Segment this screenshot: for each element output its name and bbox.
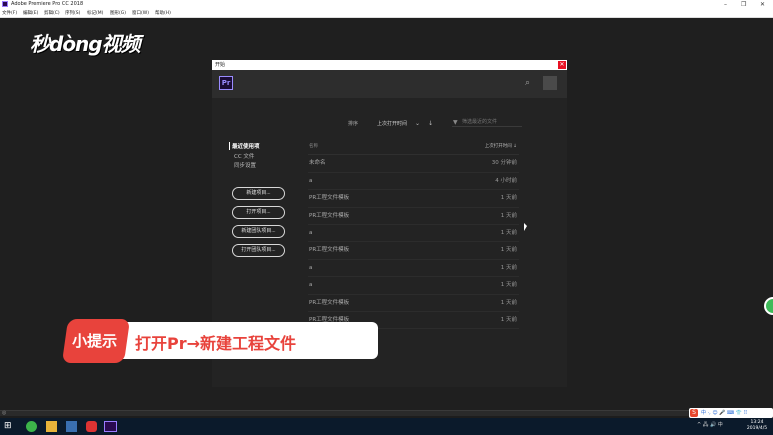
file-name: PR工程文件模板 [309,247,350,254]
table-row[interactable]: PR工程文件模板 1 天前 [308,242,519,260]
dialog-header: Pr ⌕ [212,70,567,98]
menu-graphics[interactable]: 图形(G) [110,9,126,18]
table-row[interactable]: a 1 天前 [308,277,519,295]
file-time: 1 天前 [500,299,517,306]
maximize-button[interactable]: ❐ [741,0,746,9]
watermark-logo: 秒dòng视频 [30,32,141,56]
menu-edit[interactable]: 编辑(E) [23,9,38,18]
search-icon[interactable]: ⌕ [525,78,535,88]
table-row[interactable]: a 4 小时前 [308,173,519,191]
chevron-down-icon[interactable]: ⌄ [415,120,420,127]
new-team-project-button[interactable]: 新建团队项目... [232,225,285,238]
tip-badge-label: 小提示 [72,332,118,350]
app-icon[interactable] [86,421,97,432]
app-icon[interactable] [66,421,77,432]
menu-sequence[interactable]: 序列(S) [65,9,80,18]
table-header: 名称 上次打开时间 ↓ [308,138,519,155]
sort-direction-arrow-icon[interactable]: ↓ [428,120,433,127]
file-time: 1 天前 [500,247,517,254]
menu-clip[interactable]: 剪辑(C) [44,9,60,18]
clock-date: 2019/4/5 [746,426,768,431]
menu-help[interactable]: 帮助(H) [155,9,171,18]
sort-dropdown[interactable]: 上次打开时间 [377,120,407,127]
premiere-app-icon [2,1,8,7]
dialog-title: 开始 [212,60,567,70]
window-title: Adobe Premiere Pro CC 2018 [11,1,84,7]
file-time: 1 天前 [500,282,517,289]
menu-bar: 文件(F) 编辑(E) 剪辑(C) 序列(S) 标记(M) 图形(G) 窗口(W… [0,9,773,18]
window-titlebar: Adobe Premiere Pro CC 2018 – ❐ ✕ [0,0,773,9]
sidebar-item-recent[interactable]: 最近使用项 [229,142,260,150]
premiere-taskbar-icon[interactable] [104,421,117,432]
file-time: 4 小时前 [495,177,517,184]
browser-icon[interactable] [26,421,37,432]
avatar[interactable] [543,76,557,90]
file-time: 1 天前 [500,264,517,271]
table-row[interactable]: PR工程文件模板 1 天前 [308,208,519,225]
file-name: a [309,282,313,289]
file-name: a [309,264,313,271]
status-indicator-icon: ◎ [2,410,7,416]
table-row[interactable]: a 1 天前 [308,225,519,243]
filter-icon: ▼ [453,119,458,126]
close-window-button[interactable]: ✕ [760,0,765,9]
tip-badge: 小提示 [61,319,131,363]
file-name: a [309,177,313,184]
table-row[interactable]: a 1 天前 [308,260,519,278]
premiere-logo: Pr [219,76,233,90]
tip-banner: 小提示 打开Pr→新建工程文件 [61,319,378,363]
tip-text: 打开Pr→新建工程文件 [135,334,297,353]
menu-file[interactable]: 文件(F) [2,9,17,18]
table-row[interactable]: PR工程文件模板 1 天前 [308,190,519,208]
new-project-button[interactable]: 新建项目... [232,187,285,200]
sogou-logo-icon: S [690,409,698,417]
sidebar-item-cc-files[interactable]: CC 文件 [234,152,254,160]
sidebar-item-sync-settings[interactable]: 同步设置 [234,161,256,169]
column-header-last-opened[interactable]: 上次打开时间 ↓ [485,138,517,155]
filter-field: ▼ [452,117,522,127]
system-tray[interactable]: ^ 🖧 🔊 中 [697,421,723,430]
file-name: 未命名 [309,160,326,167]
ime-toolbar[interactable]: S 中 ·, 😊 🎤 ⌨ 👕 ⠿ [689,408,773,418]
clock[interactable]: 13:24 2019/4/5 [744,420,770,432]
table-row[interactable]: 未命名 30 分钟前 [308,155,519,173]
windows-start-icon[interactable]: ⊞ [4,421,15,432]
ime-controls[interactable]: 中 ·, 😊 🎤 ⌨ 👕 ⠿ [701,408,747,418]
file-name: PR工程文件模板 [309,212,350,219]
file-name: PR工程文件模板 [309,299,350,306]
open-team-project-button[interactable]: 打开团队项目... [232,244,285,257]
file-time: 1 天前 [500,317,517,323]
table-row[interactable]: PR工程文件模板 1 天前 [308,295,519,312]
minimize-button[interactable]: – [724,0,727,9]
menu-markers[interactable]: 标记(M) [87,9,103,18]
filter-input[interactable] [462,118,520,126]
file-explorer-icon[interactable] [46,421,57,432]
open-project-button[interactable]: 打开项目... [232,206,285,219]
file-time: 1 天前 [500,230,517,236]
file-name: a [309,230,313,236]
column-header-name[interactable]: 名称 [309,138,318,155]
sort-label: 排序 [348,121,359,127]
file-name: PR工程文件模板 [309,195,350,202]
file-time: 1 天前 [500,195,517,202]
dialog-close-button[interactable]: ✕ [558,61,566,69]
taskbar: ⊞ ^ 🖧 🔊 中 13:24 2019/4/5 [0,418,773,435]
file-time: 30 分钟前 [491,160,517,167]
status-strip: ◎ [0,410,773,416]
file-time: 1 天前 [500,212,517,219]
menu-window[interactable]: 窗口(W) [132,9,149,18]
mouse-cursor [524,223,527,231]
